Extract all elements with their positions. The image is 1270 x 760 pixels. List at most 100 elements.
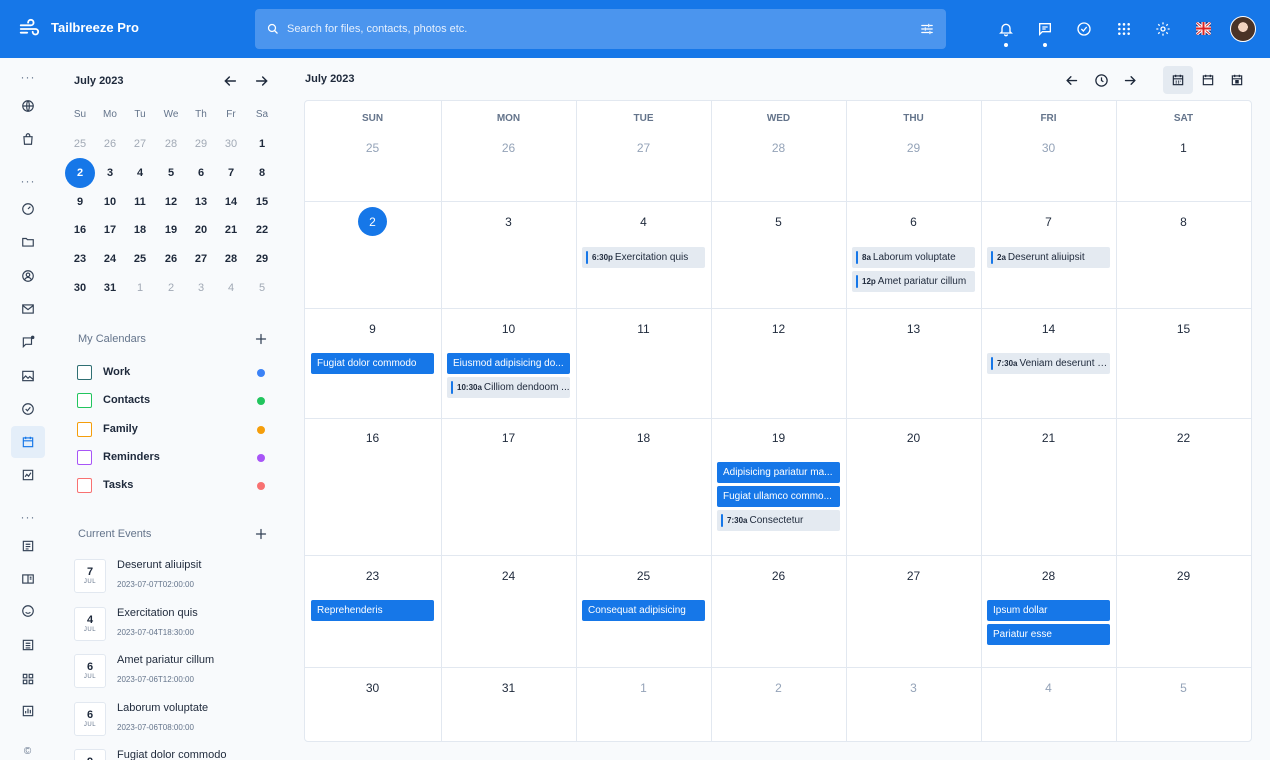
settings-button[interactable] <box>1153 19 1173 39</box>
user-avatar[interactable] <box>1230 16 1256 42</box>
day-cell[interactable] <box>846 129 981 201</box>
mini-day[interactable]: 27 <box>125 130 155 158</box>
mini-day[interactable]: 9 <box>65 188 95 216</box>
calendar-event[interactable]: 10:30a Cilliom dendoom ... <box>447 377 570 398</box>
mini-day[interactable]: 14 <box>216 188 246 216</box>
calendar-item[interactable]: Tasks <box>77 477 267 495</box>
mini-day[interactable]: 1 <box>247 130 277 158</box>
mini-day[interactable]: 1 <box>125 274 155 302</box>
calendar-event[interactable]: Eiusmod adipisicing do... <box>447 353 570 374</box>
mini-day[interactable]: 6 <box>186 159 216 187</box>
mini-day[interactable]: 30 <box>216 130 246 158</box>
calendar-item[interactable]: Work <box>77 364 267 382</box>
calendar-event[interactable]: Reprehenderis <box>311 600 434 621</box>
calendar-event[interactable]: 8a Laborum voluptate <box>852 247 975 268</box>
day-cell[interactable] <box>576 668 711 741</box>
mini-day[interactable]: 7 <box>216 159 246 187</box>
day-cell[interactable] <box>305 668 440 741</box>
prev-month-button[interactable] <box>1056 66 1086 94</box>
calendar-checkbox[interactable] <box>77 422 92 437</box>
chart-icon[interactable] <box>17 700 39 722</box>
day-cell[interactable] <box>1116 129 1251 201</box>
calendar-checkbox[interactable] <box>77 365 92 380</box>
mini-day[interactable]: 21 <box>216 216 246 244</box>
calendar-event[interactable]: Fugiat dolor commodo <box>311 353 434 374</box>
mini-day[interactable]: 24 <box>95 245 125 273</box>
month-view-button[interactable] <box>1163 66 1193 94</box>
grid-icon[interactable] <box>17 668 39 690</box>
apps-button[interactable] <box>1114 19 1134 39</box>
mini-day[interactable]: 15 <box>247 188 277 216</box>
mini-day[interactable]: 30 <box>65 274 95 302</box>
globe-icon[interactable] <box>17 95 39 117</box>
mini-day[interactable]: 13 <box>186 188 216 216</box>
calendar-checkbox[interactable] <box>77 478 92 493</box>
today-button[interactable] <box>1086 66 1116 94</box>
current-event-item[interactable]: 9JUL Fugiat dolor commodo <box>74 749 274 760</box>
folder-icon[interactable] <box>17 231 39 253</box>
calendar-event[interactable]: Fugiat ullamco commo... <box>717 486 840 507</box>
current-event-item[interactable]: 6 JUL Amet pariatur cillum 2023-07-06T12:00… <box>74 654 274 690</box>
mini-day[interactable]: 20 <box>186 216 216 244</box>
mini-day[interactable]: 12 <box>156 188 186 216</box>
mini-day[interactable]: 25 <box>125 245 155 273</box>
mini-day[interactable]: 28 <box>216 245 246 273</box>
day-cell[interactable] <box>1116 668 1251 741</box>
filter-tune-icon[interactable] <box>920 22 934 36</box>
current-event-item[interactable]: 6 JUL Laborum voluptate 2023-07-06T08:00:00 <box>74 702 274 738</box>
mini-day[interactable]: 29 <box>186 130 216 158</box>
day-cell[interactable] <box>981 668 1116 741</box>
day-cell[interactable] <box>711 129 846 201</box>
mini-day[interactable]: 10 <box>95 188 125 216</box>
day-view-button[interactable] <box>1222 66 1252 94</box>
next-month-button[interactable] <box>1115 66 1145 94</box>
messages-button[interactable] <box>1035 19 1055 47</box>
mini-day[interactable]: 23 <box>65 245 95 273</box>
calendar-event[interactable]: Adipisicing pariatur ma... <box>717 462 840 483</box>
mini-day[interactable]: 4 <box>125 159 155 187</box>
calendar-checkbox[interactable] <box>77 393 92 408</box>
notifications-button[interactable] <box>996 19 1016 47</box>
language-flag-icon[interactable] <box>1196 22 1211 35</box>
week-view-button[interactable] <box>1193 66 1223 94</box>
mini-day[interactable]: 17 <box>95 216 125 244</box>
mini-day[interactable]: 4 <box>216 274 246 302</box>
day-cell[interactable] <box>576 129 711 201</box>
check-circle-icon[interactable] <box>17 398 39 420</box>
mini-day[interactable]: 31 <box>95 274 125 302</box>
mail-icon[interactable] <box>17 298 39 320</box>
notes-icon[interactable] <box>17 535 39 557</box>
mini-day[interactable]: 19 <box>156 216 186 244</box>
mini-day[interactable]: 26 <box>95 130 125 158</box>
mini-day[interactable]: 8 <box>247 159 277 187</box>
shopping-bag-icon[interactable] <box>17 128 39 150</box>
day-cell[interactable] <box>441 129 576 201</box>
scrumboard-icon[interactable] <box>17 464 39 486</box>
mini-day[interactable]: 3 <box>95 159 125 187</box>
calendar-event[interactable]: 2a Deserunt aliuipsit <box>987 247 1110 268</box>
calendar-event[interactable]: 6:30p Exercitation quis <box>582 247 705 268</box>
mini-day[interactable]: 2 <box>156 274 186 302</box>
mini-day[interactable]: 18 <box>125 216 155 244</box>
dashboard-gauge-icon[interactable] <box>17 198 39 220</box>
calendar-icon[interactable] <box>17 431 39 453</box>
mini-day[interactable]: 29 <box>247 245 277 273</box>
mini-day[interactable]: 11 <box>125 188 155 216</box>
add-calendar-plus-icon[interactable] <box>255 333 267 345</box>
mini-day[interactable]: 16 <box>65 216 95 244</box>
calendar-event[interactable]: 7:30a Veniam deserunt c... <box>987 353 1110 374</box>
day-cell[interactable] <box>305 129 440 201</box>
calendar-checkbox[interactable] <box>77 450 92 465</box>
calendar-item[interactable]: Reminders <box>77 449 267 467</box>
mini-next-arrow-icon[interactable] <box>254 73 270 89</box>
search-input[interactable] <box>287 19 887 39</box>
mini-day[interactable]: 28 <box>156 130 186 158</box>
calendar-item[interactable]: Contacts <box>77 392 267 410</box>
calendar-event[interactable]: Pariatur esse <box>987 624 1110 645</box>
mini-prev-arrow-icon[interactable] <box>222 73 238 89</box>
mini-day[interactable]: 26 <box>156 245 186 273</box>
calendar-event[interactable]: 12p Amet pariatur cillum <box>852 271 975 292</box>
day-cell[interactable] <box>981 129 1116 201</box>
calendar-item[interactable]: Family <box>77 421 267 439</box>
smile-icon[interactable] <box>17 600 39 622</box>
